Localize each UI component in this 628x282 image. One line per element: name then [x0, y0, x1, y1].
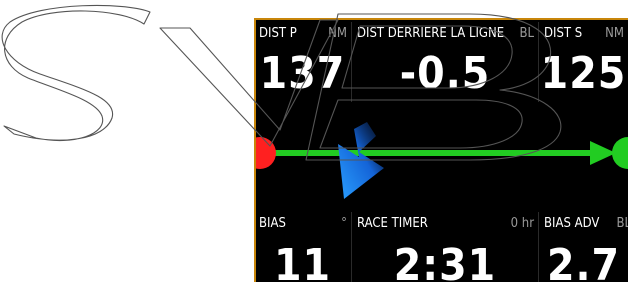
tile-bias-advantage[interactable]: BIAS ADV BL 2.7 — [539, 208, 628, 282]
tile-value: 2:31 — [393, 240, 497, 282]
tile-unit: BL — [519, 26, 534, 41]
tile-unit: ° — [341, 216, 347, 231]
tile-value: 2.7 — [546, 240, 621, 282]
port-marker-icon — [254, 137, 276, 169]
tile-unit: NM — [328, 26, 347, 41]
start-line-graphic — [254, 122, 628, 199]
tile-label: DIST P — [259, 26, 297, 41]
tile-label: RACE TIMER — [357, 216, 428, 231]
tile-label: BIAS ADV — [544, 216, 600, 231]
tile-label: DIST DERRIERE LA LIGNE — [357, 26, 505, 41]
tile-value: -0.5 — [399, 48, 491, 99]
tile-value: 125 — [540, 48, 627, 99]
tile-dist-port[interactable]: DIST P NM 137 — [254, 18, 351, 102]
wind-arrow-icon — [338, 122, 384, 199]
display-frame-left — [254, 18, 256, 282]
tile-value: 11 — [273, 240, 332, 282]
tile-race-timer[interactable]: RACE TIMER 0 hr 2:31 — [352, 208, 538, 282]
tile-unit: NM — [605, 26, 624, 41]
tile-bias[interactable]: BIAS ° 11 — [254, 208, 351, 282]
tile-label: DIST S — [544, 26, 583, 41]
tile-dist-stbd[interactable]: DIST S NM 125 — [539, 18, 628, 102]
tile-unit: BL — [616, 216, 628, 231]
tile-label: BIAS — [259, 216, 286, 231]
tile-unit: 0 hr — [510, 216, 534, 231]
tile-value: 137 — [259, 48, 346, 99]
stbd-marker-icon — [612, 137, 628, 169]
tile-dist-behind-line[interactable]: DIST DERRIERE LA LIGNE BL -0.5 — [352, 18, 538, 102]
start-line-display: DIST P NM 137 DIST DERRIERE LA LIGNE BL … — [254, 18, 628, 282]
display-frame-top — [254, 18, 628, 20]
